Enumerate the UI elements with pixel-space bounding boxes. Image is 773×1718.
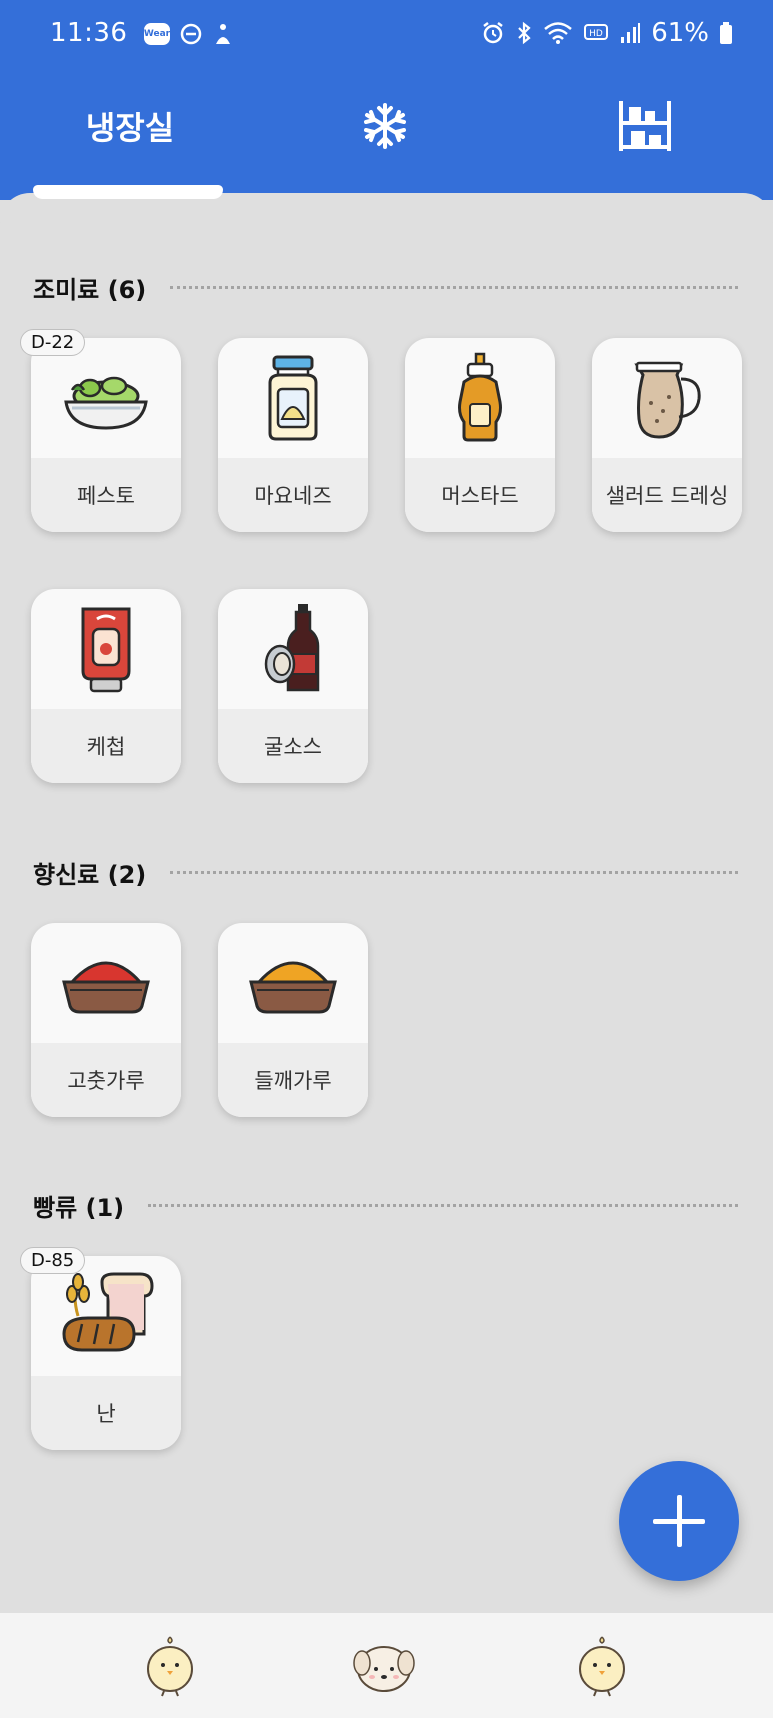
tab-fridge-label: 냉장실 <box>85 109 175 147</box>
item-card-salad-dressing[interactable]: 샐러드 드레싱 <box>592 338 742 532</box>
item-name: 고춧가루 <box>31 1043 181 1117</box>
item-card-chili-powder[interactable]: 고춧가루 <box>31 923 181 1117</box>
signal-icon <box>621 23 641 43</box>
oyster-sauce-icon <box>264 604 320 692</box>
item-name: 케첩 <box>31 709 181 783</box>
wear-icon: Wear <box>144 23 170 45</box>
storage-tabs: 냉장실 <box>0 90 773 170</box>
item-card-oyster-sauce[interactable]: 굴소스 <box>218 589 368 783</box>
expiry-badge: D-22 <box>20 329 86 356</box>
item-card-pesto[interactable]: 페스토 <box>31 338 181 532</box>
section-divider <box>148 1204 738 1207</box>
battery-icon <box>720 22 732 44</box>
section-header-spices: 향신료 (2) <box>33 855 738 890</box>
section-divider <box>170 286 738 289</box>
status-bar: 11:36 Wear HD 61% <box>0 0 773 70</box>
pesto-bowl-icon <box>64 376 148 430</box>
section-title: 빵류 (1) <box>33 1194 125 1222</box>
snowflake-icon <box>364 103 406 149</box>
dnd-icon <box>180 23 202 45</box>
item-name: 머스타드 <box>405 458 555 532</box>
bottom-nav <box>0 1613 773 1718</box>
shelf-icon <box>619 101 671 151</box>
section-title: 향신료 (2) <box>33 861 147 889</box>
expiry-badge: D-85 <box>20 1247 86 1274</box>
battery-percent: 61% <box>651 18 709 48</box>
item-name: 굴소스 <box>218 709 368 783</box>
section-divider <box>170 871 738 874</box>
chick-icon <box>579 1636 625 1697</box>
item-name: 마요네즈 <box>218 458 368 532</box>
item-card-perilla-powder[interactable]: 들깨가루 <box>218 923 368 1117</box>
mustard-bottle-icon <box>458 352 502 442</box>
puppy-icon <box>353 1646 415 1692</box>
item-name: 샐러드 드레싱 <box>592 458 742 532</box>
section-title: 조미료 (6) <box>33 276 147 304</box>
hd-voice-icon: HD <box>584 24 609 40</box>
chick-icon <box>147 1636 193 1697</box>
item-name: 페스토 <box>31 458 181 532</box>
app-header: 11:36 Wear HD 61% 냉장실 <box>0 0 773 200</box>
perilla-powder-icon <box>249 961 337 1014</box>
dressing-pitcher-icon <box>634 361 701 439</box>
item-card-mayonnaise[interactable]: 마요네즈 <box>218 338 368 532</box>
tab-freezer[interactable] <box>335 90 435 162</box>
wifi-icon <box>544 22 573 44</box>
bread-icon <box>62 1272 154 1352</box>
section-header-seasoning: 조미료 (6) <box>33 270 738 305</box>
bottom-nav-chick-right[interactable] <box>572 1633 642 1697</box>
item-card-ketchup[interactable]: 케첩 <box>31 589 181 783</box>
bottom-nav-puppy[interactable] <box>352 1633 422 1697</box>
item-card-mustard[interactable]: 머스타드 <box>405 338 555 532</box>
item-card-naan[interactable]: 난 <box>31 1256 181 1450</box>
ketchup-bottle-icon <box>81 607 131 693</box>
selected-tab-indicator <box>33 185 223 199</box>
mayonnaise-jar-icon <box>268 355 318 441</box>
status-time: 11:36 <box>50 18 128 48</box>
svg-text:HD: HD <box>589 29 603 39</box>
add-item-button[interactable] <box>619 1461 739 1581</box>
alarm-icon <box>483 22 503 44</box>
item-name: 들깨가루 <box>218 1043 368 1117</box>
chili-powder-icon <box>62 961 150 1014</box>
person-icon <box>216 24 230 44</box>
bluetooth-icon <box>518 21 531 45</box>
bottom-nav-chick-left[interactable] <box>140 1633 210 1697</box>
item-name: 난 <box>31 1376 181 1450</box>
section-header-bread: 빵류 (1) <box>33 1188 738 1223</box>
tab-pantry[interactable] <box>600 90 690 162</box>
tab-fridge[interactable]: 냉장실 <box>50 90 210 162</box>
